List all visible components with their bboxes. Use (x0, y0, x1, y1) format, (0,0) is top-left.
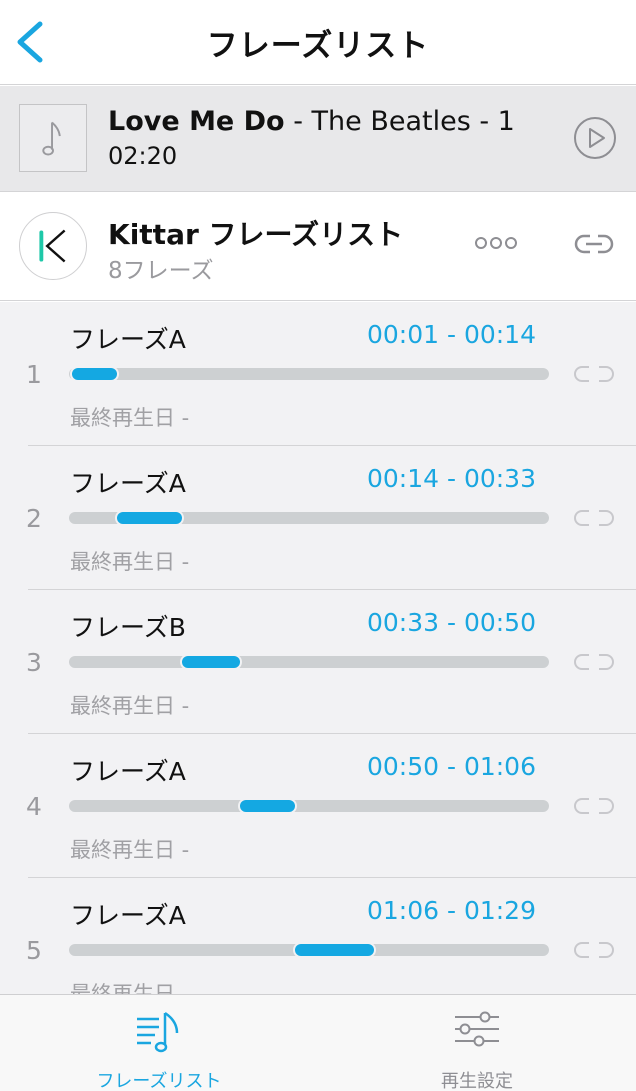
phrase-list[interactable]: 1 フレーズA 00:01 - 00:14 最終再生日 - 2 フレーズA 00… (0, 302, 636, 994)
phrase-timeline (69, 512, 549, 524)
phrase-name: フレーズB (70, 613, 186, 642)
playlist-title: Kittar フレーズリスト (108, 218, 404, 251)
last-played: 最終再生日 - (70, 838, 190, 862)
last-played: 最終再生日 - (70, 982, 190, 994)
phrase-row[interactable]: 5 フレーズA 01:06 - 01:29 最終再生日 - (0, 878, 636, 994)
more-icon (475, 237, 517, 249)
phrase-name: フレーズA (70, 469, 186, 498)
phrase-number: 2 (26, 504, 42, 533)
song-name: Love Me Do (108, 106, 285, 137)
tab-label: 再生設定 (441, 1071, 513, 1091)
kittar-logo-icon (39, 229, 66, 263)
music-note-icon (42, 121, 61, 156)
more-button[interactable] (474, 233, 518, 253)
phrase-time-range: 00:33 - 00:50 (366, 608, 536, 637)
phrase-timeline (69, 944, 549, 956)
link-icon (574, 234, 614, 254)
phrase-segment (182, 656, 240, 668)
phrase-time-range: 00:14 - 00:33 (366, 464, 536, 493)
loop-icon[interactable] (571, 508, 617, 528)
phrase-time-range: 00:01 - 00:14 (366, 320, 536, 349)
loop-icon[interactable] (571, 940, 617, 960)
last-played: 最終再生日 - (70, 694, 190, 718)
loop-icon[interactable] (571, 652, 617, 672)
phrase-row[interactable]: 3 フレーズB 00:33 - 00:50 最終再生日 - (0, 590, 636, 734)
phrase-name: フレーズA (70, 757, 186, 786)
phrase-row[interactable]: 1 フレーズA 00:01 - 00:14 最終再生日 - (0, 302, 636, 446)
phrase-time-range: 01:06 - 01:29 (366, 896, 536, 925)
last-played: 最終再生日 - (70, 406, 190, 430)
link-button[interactable] (574, 231, 614, 257)
phrase-name: フレーズA (70, 325, 186, 354)
song-artwork (19, 104, 87, 172)
phrase-timeline (69, 800, 549, 812)
kittar-logo (19, 212, 87, 280)
page-title: フレーズリスト (206, 28, 430, 64)
phrase-list-icon (137, 1011, 179, 1053)
now-song-row[interactable]: Love Me Do - The Beatles - 1 02:20 (0, 86, 636, 192)
phrase-row[interactable]: 2 フレーズA 00:14 - 00:33 最終再生日 - (0, 446, 636, 590)
phrase-count: 8フレーズ (108, 258, 214, 284)
nav-bar: フレーズリスト (0, 0, 636, 85)
phrase-timeline (69, 656, 549, 668)
tab-label: フレーズリスト (96, 1071, 222, 1091)
last-played: 最終再生日 - (70, 550, 190, 574)
phrase-segment (72, 368, 117, 380)
phrase-number: 4 (26, 792, 42, 821)
song-title-line: Love Me Do - The Beatles - 1 (108, 106, 515, 137)
phrase-time-range: 00:50 - 01:06 (366, 752, 536, 781)
play-circle-icon (574, 117, 616, 159)
phrase-segment (117, 512, 182, 524)
play-button[interactable] (573, 116, 617, 160)
tab-bar: フレーズリスト 再生設定 (0, 994, 636, 1091)
loop-icon[interactable] (571, 364, 617, 384)
tab-playback-settings[interactable]: 再生設定 (318, 995, 636, 1091)
phrase-name: フレーズA (70, 901, 186, 930)
phrase-number: 3 (26, 648, 42, 677)
sliders-icon (455, 1011, 499, 1047)
phrase-segment (295, 944, 374, 956)
song-artist-album: - The Beatles - 1 (284, 106, 515, 137)
phrase-number: 1 (26, 360, 42, 389)
loop-icon[interactable] (571, 796, 617, 816)
tab-phrase-list[interactable]: フレーズリスト (0, 995, 318, 1091)
phrase-row[interactable]: 4 フレーズA 00:50 - 01:06 最終再生日 - (0, 734, 636, 878)
song-duration: 02:20 (108, 142, 178, 170)
phrase-segment (240, 800, 295, 812)
phrase-timeline (69, 368, 549, 380)
playlist-header: Kittar フレーズリスト 8フレーズ (0, 193, 636, 301)
phrase-number: 5 (26, 936, 42, 965)
